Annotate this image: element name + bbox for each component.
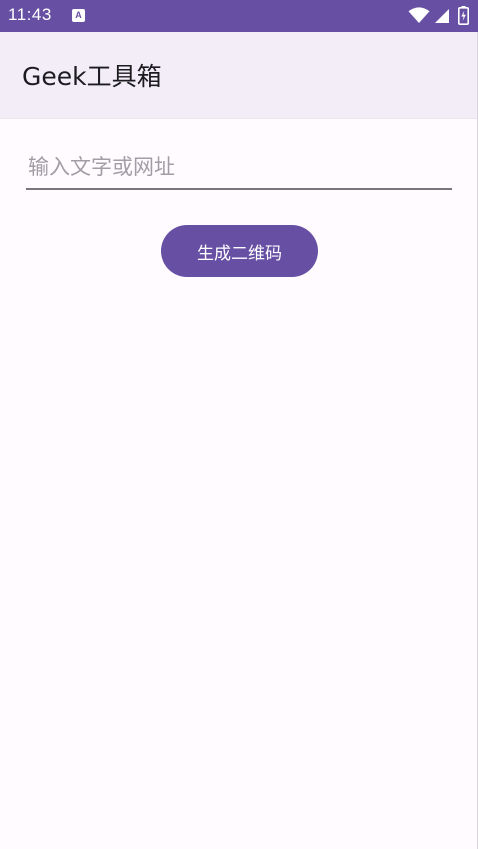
battery-icon: [458, 6, 469, 25]
generate-qr-code-button[interactable]: 生成二维码: [161, 225, 318, 277]
notification-icon: A: [72, 9, 85, 22]
signal-icon: [435, 9, 449, 23]
notification-icon-letter: A: [75, 10, 82, 20]
app-title: Geek工具箱: [22, 62, 162, 91]
status-bar: 11:43 A: [0, 0, 478, 32]
text-or-url-input[interactable]: [26, 148, 452, 186]
text-input-field[interactable]: [26, 148, 452, 190]
top-app-bar: Geek工具箱: [0, 32, 478, 119]
app-screen: 11:43 A Geek工具箱 生成二维码: [0, 0, 478, 849]
wifi-icon: [408, 7, 430, 23]
status-time: 11:43: [8, 5, 52, 24]
